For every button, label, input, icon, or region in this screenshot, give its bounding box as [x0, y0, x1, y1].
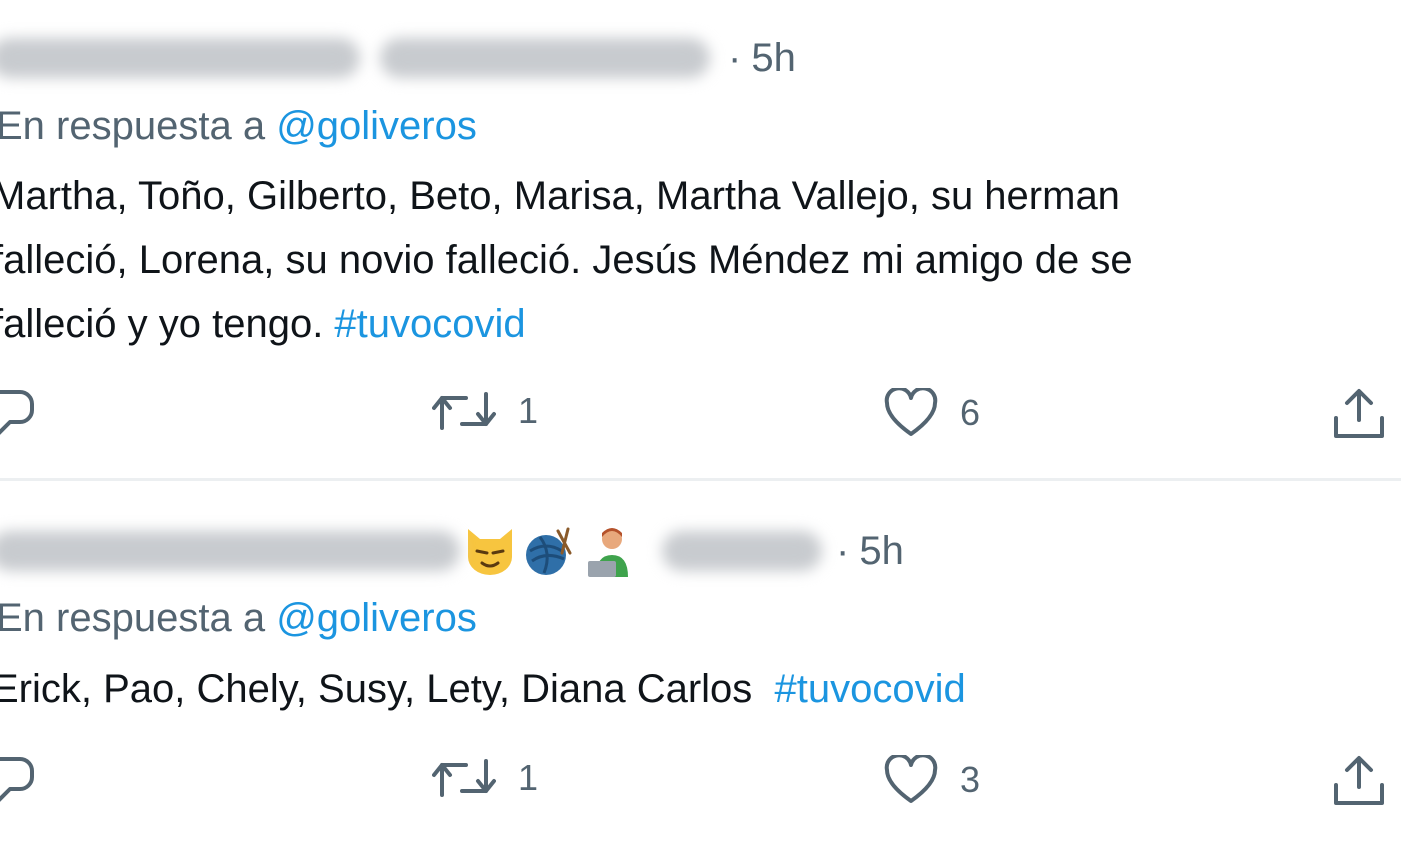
tweet-timestamp[interactable]: 5h	[751, 36, 796, 81]
reply-prefix: En respuesta a	[0, 596, 266, 640]
tweet-text-line: falleció y yo tengo.	[0, 302, 335, 346]
like-button[interactable]: 3	[884, 755, 980, 805]
reply-mention-link[interactable]: @goliveros	[276, 104, 477, 148]
heart-icon	[884, 755, 938, 803]
blurred-handle	[662, 531, 822, 571]
share-button[interactable]	[1332, 753, 1386, 809]
heart-icon	[884, 388, 938, 436]
retweet-button[interactable]: 1	[432, 386, 538, 436]
technologist-emoji	[588, 528, 628, 577]
like-count: 3	[960, 759, 981, 800]
retweet-icon	[432, 392, 496, 430]
share-icon	[1334, 389, 1384, 438]
reply-icon	[0, 757, 34, 802]
reply-button[interactable]	[0, 753, 40, 807]
tweet-header: · 5h	[0, 521, 904, 581]
tweet-text-line: Martha, Toño, Gilberto, Beto, Marisa, Ma…	[0, 174, 1120, 218]
retweet-icon	[432, 759, 496, 797]
reply-icon	[0, 390, 34, 435]
tweet-text-line: Erick, Pao, Chely, Susy, Lety, Diana Car…	[0, 667, 775, 711]
tweet-timestamp[interactable]: 5h	[859, 529, 904, 574]
tweet-text: Martha, Toño, Gilberto, Beto, Marisa, Ma…	[0, 164, 1133, 356]
share-icon	[1334, 756, 1384, 805]
separator-dot: ·	[836, 528, 850, 573]
reply-context: En respuesta a @goliveros	[0, 596, 477, 641]
tweet-actions: 1 3	[0, 753, 1401, 813]
hashtag-link[interactable]: #tuvocovid	[775, 667, 966, 711]
tweet-actions: 1 6	[0, 386, 1401, 446]
tweet-header: · 5h	[0, 28, 796, 88]
tweet[interactable]: · 5h En respuesta a @goliveros Erick, Pa…	[0, 481, 1401, 844]
retweet-count: 1	[518, 390, 539, 431]
reply-button[interactable]	[0, 386, 40, 440]
smirking-cat-emoji	[468, 529, 512, 575]
hashtag-link[interactable]: #tuvocovid	[334, 302, 525, 346]
reply-context: En respuesta a @goliveros	[0, 104, 477, 149]
blurred-handle	[380, 38, 710, 78]
like-button[interactable]: 6	[884, 388, 980, 438]
tweet[interactable]: · 5h En respuesta a @goliveros Martha, T…	[0, 0, 1401, 478]
yarn-ball-emoji	[526, 527, 572, 575]
retweet-button[interactable]: 1	[432, 753, 538, 803]
reply-prefix: En respuesta a	[0, 104, 266, 148]
like-count: 6	[960, 392, 981, 433]
separator-dot: ·	[728, 35, 742, 80]
tweet-text-line: falleció, Lorena, su novio falleció. Jes…	[0, 238, 1133, 282]
share-button[interactable]	[1332, 386, 1386, 442]
blurred-display-name	[0, 531, 460, 571]
blurred-display-name	[0, 38, 360, 78]
tweet-text: Erick, Pao, Chely, Susy, Lety, Diana Car…	[0, 657, 966, 721]
retweet-count: 1	[518, 757, 539, 798]
reply-mention-link[interactable]: @goliveros	[276, 596, 477, 640]
